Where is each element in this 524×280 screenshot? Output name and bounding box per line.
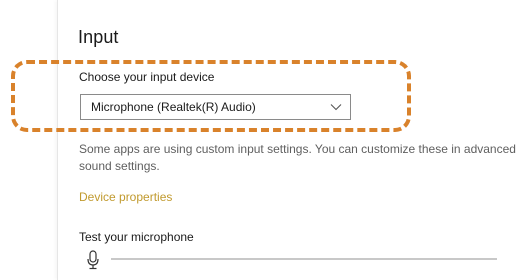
microphone-level-bar (111, 258, 497, 260)
microphone-icon (87, 250, 99, 270)
custom-settings-info: Some apps are using custom input setting… (79, 142, 516, 173)
sound-settings-screen: Input Choose your input device Microphon… (0, 0, 524, 280)
chevron-down-icon (330, 104, 342, 111)
input-device-label: Choose your input device (79, 70, 215, 84)
section-title: Input (78, 27, 119, 47)
input-device-dropdown[interactable]: Microphone (Realtek(R) Audio) (80, 94, 351, 120)
input-device-selected: Microphone (Realtek(R) Audio) (91, 100, 256, 114)
test-microphone-label: Test your microphone (79, 230, 194, 244)
device-properties-link[interactable]: Device properties (79, 190, 172, 204)
